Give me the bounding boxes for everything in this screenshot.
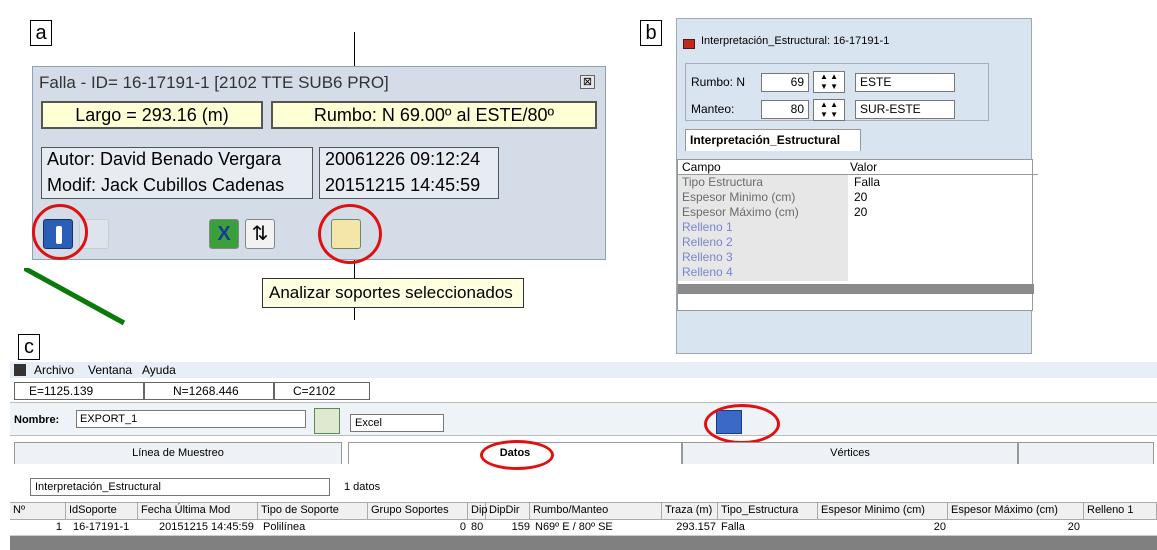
close-icon[interactable]: ⊠: [580, 75, 595, 89]
col-no[interactable]: Nº: [10, 503, 66, 519]
grid-footer: [678, 284, 1034, 294]
export-highlight: [704, 404, 780, 444]
rumbo-dir-select[interactable]: ESTE: [855, 73, 955, 92]
panel-a-label: a: [30, 20, 52, 46]
record-count: 1 datos: [344, 481, 381, 493]
excel-delete-icon[interactable]: X: [209, 219, 239, 249]
nombre-input[interactable]: EXPORT_1: [76, 410, 306, 428]
col-grupo[interactable]: Grupo Soportes: [368, 503, 468, 519]
grid-name-column: [678, 175, 848, 281]
window-icon: [683, 39, 695, 49]
menu-ventana[interactable]: Ventana: [88, 363, 132, 377]
table-footer: [10, 536, 1157, 550]
coord-e: E=1125.139: [14, 382, 144, 400]
col-fecha[interactable]: Fecha Última Mod: [138, 503, 258, 519]
cell-grupo: 0: [459, 521, 466, 533]
rumbo-field: Rumbo: N 69.00º al ESTE/80º: [271, 101, 597, 129]
cell-no: 1: [55, 521, 62, 533]
menu-archivo[interactable]: Archivo: [34, 363, 74, 377]
modif-text: Modif: Jack Cubillos Cadenas: [47, 175, 285, 195]
interp-tab[interactable]: Interpretación_Estructural: [685, 129, 861, 151]
col-rumbo[interactable]: Rumbo/Manteo: [530, 503, 662, 519]
panel-c: Archivo Ventana Ayuda E=1125.139 N=1268.…: [10, 358, 1157, 550]
tab-vertices[interactable]: Vértices: [682, 442, 1018, 464]
analyze-highlight: [318, 204, 382, 264]
modif-date: 20151215 14:45:59: [325, 175, 481, 195]
spreadsheet-icon[interactable]: [314, 408, 340, 434]
tab-extra[interactable]: [1018, 442, 1154, 464]
autor-text: Autor: David Benado Vergara: [47, 149, 282, 169]
panel-b-label: b: [640, 20, 662, 46]
manteo-stepper[interactable]: ▲ ▲ ▼ ▼: [813, 99, 845, 121]
info-highlight: [32, 204, 88, 260]
cell-dip: 80: [471, 521, 484, 533]
tab-linea-muestreo[interactable]: Línea de Muestreo: [14, 442, 342, 464]
rumbo-stepper[interactable]: ▲ ▲ ▼ ▼: [813, 71, 845, 93]
rumbo-label: Rumbo: N: [691, 75, 746, 89]
datos-highlight: [480, 440, 554, 470]
nombre-label: Nombre:: [14, 414, 60, 426]
panel-c-label: c: [18, 334, 40, 360]
autor-date: 20061226 09:12:24: [325, 149, 481, 169]
coord-n: N=1268.446: [144, 382, 274, 400]
panel-b: Interpretación_Estructural: 16-17191-1 R…: [672, 8, 1038, 354]
coord-c: C=2102: [274, 382, 370, 400]
cell-tipo-soporte: Polilínea: [263, 521, 306, 533]
col-relleno[interactable]: Relleno 1: [1084, 503, 1157, 519]
app-icon: [14, 364, 26, 376]
cell-rumbo: N69º E / 80º SE: [535, 521, 613, 533]
cell-tipo-estructura: Falla: [721, 521, 745, 533]
swap-arrows-icon[interactable]: ⇅: [245, 219, 275, 249]
cell-dipdir: 159: [511, 521, 530, 533]
tooltip: Analizar soportes seleccionados: [262, 278, 524, 308]
menu-bar: Archivo Ventana Ayuda: [10, 362, 1157, 378]
interp-title: Interpretación_Estructural: 16-17191-1: [701, 35, 890, 47]
manteo-label: Manteo:: [691, 102, 735, 116]
green-line: [24, 268, 126, 326]
grid-header: Campo Valor: [678, 160, 1038, 175]
col-tipo-soporte[interactable]: Tipo de Soporte: [258, 503, 368, 519]
manteo-input[interactable]: 80: [761, 100, 809, 119]
col-espesor-min[interactable]: Espesor Minimo (cm): [818, 503, 948, 519]
col-dipdir[interactable]: DipDir: [486, 503, 530, 519]
cell-traza: 293.157: [676, 521, 716, 533]
cell-fecha: 20151215 14:45:59: [159, 521, 254, 533]
falla-title: Falla - ID= 16-17191-1 [2102 TTE SUB6 PR…: [39, 73, 389, 92]
col-tipo-estructura[interactable]: Tipo_Estructura: [718, 503, 818, 519]
col-idsoporte[interactable]: IdSoporte: [66, 503, 138, 519]
format-select[interactable]: Excel: [350, 414, 444, 432]
largo-field: Largo = 293.16 (m): [41, 101, 263, 129]
col-traza[interactable]: Traza (m): [662, 503, 718, 519]
cell-idsoporte: 16-17191-1: [73, 521, 130, 533]
rumbo-input[interactable]: 69: [761, 73, 809, 92]
panel-a: Falla - ID= 16-17191-1 [2102 TTE SUB6 PR…: [24, 8, 646, 326]
col-dip[interactable]: Dip: [468, 503, 488, 519]
menu-ayuda[interactable]: Ayuda: [142, 363, 176, 377]
cell-espesor-max: 20: [1067, 521, 1080, 533]
dataset-select[interactable]: Interpretación_Estructural: [30, 478, 330, 496]
manteo-dir-select[interactable]: SUR-ESTE: [855, 100, 955, 119]
cell-espesor-min: 20: [933, 521, 946, 533]
col-espesor-max[interactable]: Espesor Máximo (cm): [948, 503, 1084, 519]
interp-window: Interpretación_Estructural: 16-17191-1 R…: [676, 18, 1038, 354]
property-grid: CampoValor Tipo EstructuraFalla Espesor …: [677, 159, 1038, 311]
